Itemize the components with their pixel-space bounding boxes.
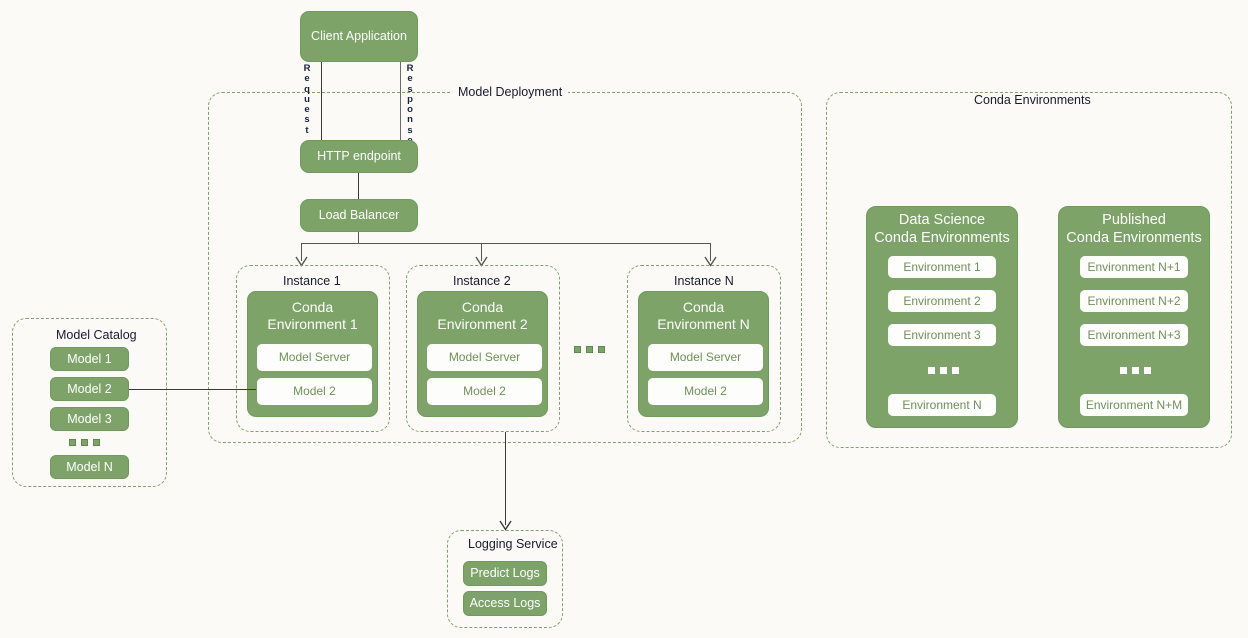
logging-access-logs[interactable]: Access Logs bbox=[463, 591, 547, 616]
ellipsis-dot bbox=[1120, 367, 1127, 374]
endpoint-to-balancer-connector bbox=[358, 173, 360, 199]
data-science-environment-3[interactable]: Environment 3 bbox=[888, 324, 996, 346]
arrowhead-instance-n bbox=[704, 256, 717, 267]
load-balancer-node[interactable]: Load Balancer bbox=[300, 199, 418, 232]
ellipsis-dot bbox=[598, 346, 605, 353]
data-science-environment-1[interactable]: Environment 1 bbox=[888, 256, 996, 278]
ellipsis-dot bbox=[928, 367, 935, 374]
client-application-label: Client Application bbox=[311, 29, 407, 44]
http-endpoint-label: HTTP endpoint bbox=[317, 149, 401, 164]
request-label: R e q u e s t bbox=[303, 63, 311, 136]
instance-n-model-2[interactable]: Model 2 bbox=[648, 378, 763, 405]
model-catalog-ellipsis bbox=[69, 439, 100, 446]
instance-2-model-server[interactable]: Model Server bbox=[427, 344, 542, 371]
ellipsis-dot bbox=[1144, 367, 1151, 374]
response-connector bbox=[400, 62, 402, 141]
request-connector bbox=[321, 62, 323, 141]
arrowhead-logging bbox=[499, 520, 512, 531]
ellipsis-dot bbox=[574, 346, 581, 353]
logging-predict-logs[interactable]: Predict Logs bbox=[463, 561, 547, 586]
model-catalog-item-2[interactable]: Model 2 bbox=[50, 377, 129, 401]
client-application-node[interactable]: Client Application bbox=[300, 11, 418, 62]
logging-service-label: Logging Service bbox=[468, 537, 558, 551]
arrowhead-instance-2 bbox=[475, 256, 488, 267]
arrowhead-instance-1 bbox=[295, 256, 308, 267]
instance-n-model-server[interactable]: Model Server bbox=[648, 344, 763, 371]
instance-2-model-2[interactable]: Model 2 bbox=[427, 378, 542, 405]
published-environments-ellipsis bbox=[1120, 367, 1151, 374]
data-science-group-title: Data Science Conda Environments bbox=[874, 212, 1010, 246]
instance-2-conda-env[interactable]: Conda Environment 2 Model Server Model 2 bbox=[417, 291, 548, 417]
instance-n-env-title: Conda Environment N bbox=[657, 299, 750, 333]
model-catalog-item-3[interactable]: Model 3 bbox=[50, 407, 129, 431]
load-balancer-label: Load Balancer bbox=[318, 208, 400, 223]
published-group-title: Published Conda Environments bbox=[1066, 212, 1202, 246]
ellipsis-dot bbox=[1132, 367, 1139, 374]
published-environment-n2[interactable]: Environment N+2 bbox=[1080, 290, 1188, 312]
instance-1-model-2[interactable]: Model 2 bbox=[257, 378, 372, 405]
ellipsis-dot bbox=[940, 367, 947, 374]
instance-1-env-title: Conda Environment 1 bbox=[267, 299, 358, 333]
data-science-environment-2[interactable]: Environment 2 bbox=[888, 290, 996, 312]
instance-n-conda-env[interactable]: Conda Environment N Model Server Model 2 bbox=[638, 291, 769, 417]
data-science-environment-n[interactable]: Environment N bbox=[888, 394, 996, 416]
conda-environments-label: Conda Environments bbox=[968, 93, 1097, 107]
ellipsis-dot bbox=[586, 346, 593, 353]
ellipsis-dot bbox=[93, 439, 100, 446]
instance-2-label: Instance 2 bbox=[447, 274, 517, 288]
instance-2-env-title: Conda Environment 2 bbox=[437, 299, 528, 333]
http-endpoint-node[interactable]: HTTP endpoint bbox=[300, 140, 418, 173]
balancer-bus bbox=[301, 243, 711, 245]
instance-1-model-server[interactable]: Model Server bbox=[257, 344, 372, 371]
model-catalog-label: Model Catalog bbox=[56, 328, 137, 342]
instance-1-conda-env[interactable]: Conda Environment 1 Model Server Model 2 bbox=[247, 291, 378, 417]
ellipsis-dot bbox=[952, 367, 959, 374]
instance-n-label: Instance N bbox=[668, 274, 740, 288]
model-catalog-item-n[interactable]: Model N bbox=[50, 455, 129, 479]
published-environment-n1[interactable]: Environment N+1 bbox=[1080, 256, 1188, 278]
ellipsis-dot bbox=[81, 439, 88, 446]
instance-1-label: Instance 1 bbox=[277, 274, 347, 288]
model-deployment-label: Model Deployment bbox=[452, 85, 569, 99]
instance-to-logging-connector bbox=[505, 432, 507, 525]
model-catalog-item-1[interactable]: Model 1 bbox=[50, 347, 129, 371]
published-environment-n3[interactable]: Environment N+3 bbox=[1080, 324, 1188, 346]
ellipsis-dot bbox=[69, 439, 76, 446]
instances-ellipsis bbox=[574, 346, 605, 353]
catalog-to-instance-connector bbox=[129, 389, 256, 391]
published-environment-nm[interactable]: Environment N+M bbox=[1080, 394, 1188, 416]
data-science-environments-ellipsis bbox=[928, 367, 959, 374]
response-label: R e s p o n s e bbox=[406, 63, 414, 145]
